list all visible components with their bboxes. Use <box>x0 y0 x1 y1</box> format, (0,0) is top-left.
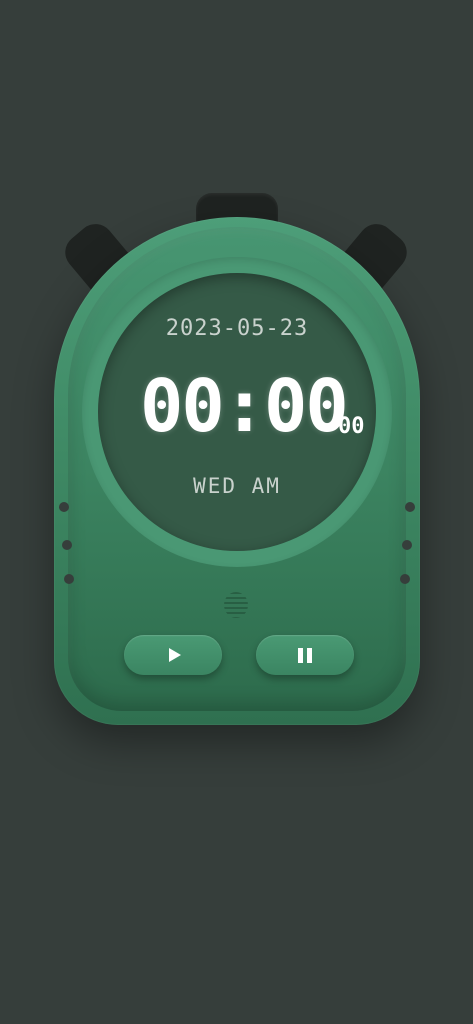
grip-notch <box>405 502 415 512</box>
speaker-grille <box>224 592 248 618</box>
pause-button[interactable] <box>256 635 354 675</box>
grip-notch <box>400 574 410 584</box>
time-readout: 00:00 <box>140 364 349 448</box>
centiseconds-readout: 00 <box>338 414 365 439</box>
pause-icon <box>298 647 312 663</box>
day-period-readout: WED AM <box>193 474 281 498</box>
grip-notch <box>59 502 69 512</box>
grip-notch <box>402 540 412 550</box>
grip-notch <box>64 574 74 584</box>
stopwatch-screen: 2023-05-23 00:00 00 WED AM <box>0 0 473 1024</box>
play-button[interactable] <box>124 635 222 675</box>
date-readout: 2023-05-23 <box>165 316 309 341</box>
grip-notch <box>62 540 72 550</box>
play-icon <box>168 648 181 662</box>
